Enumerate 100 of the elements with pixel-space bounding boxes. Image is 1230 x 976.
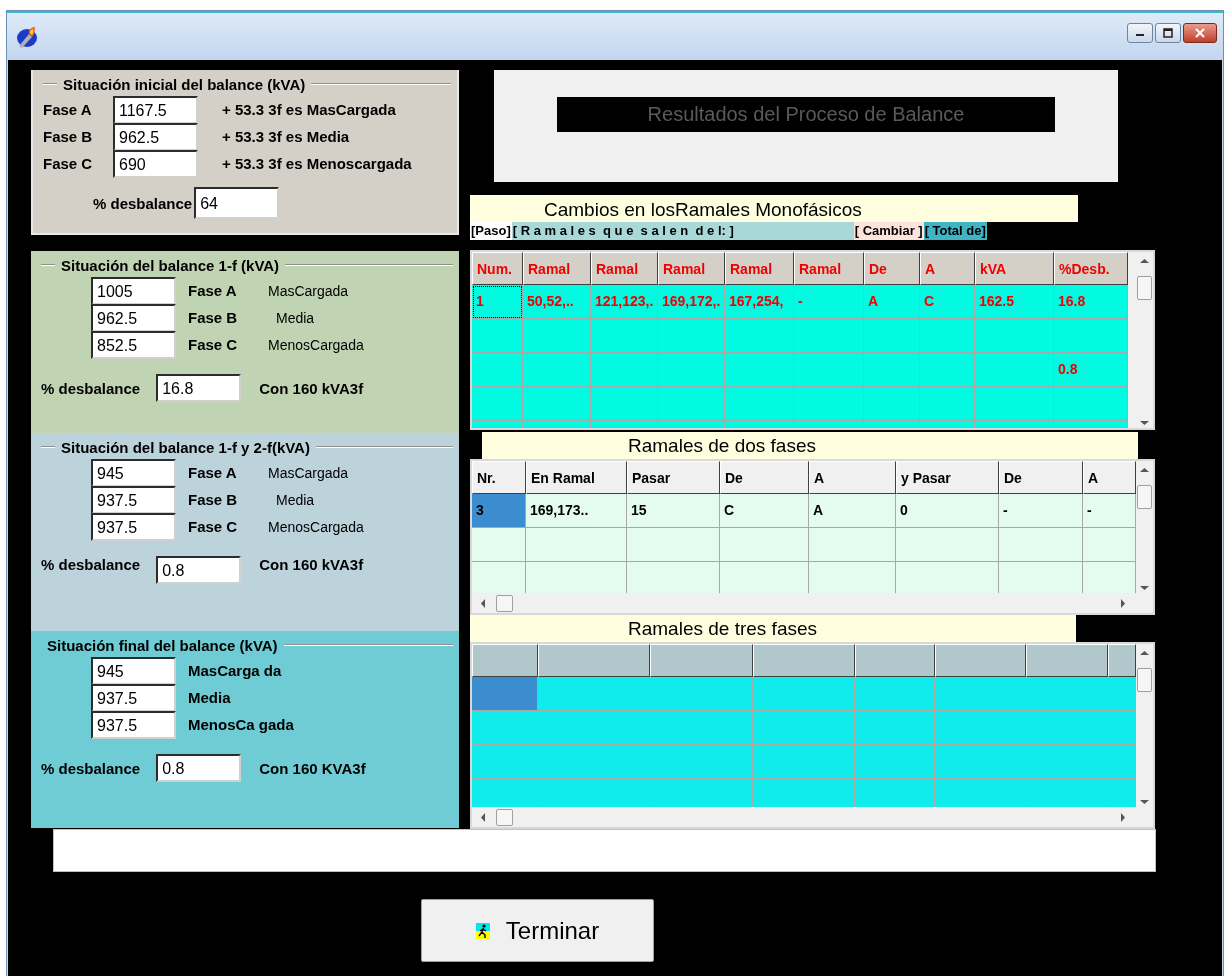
table-cell[interactable]: [725, 387, 794, 421]
table-cell[interactable]: [999, 528, 1083, 562]
scroll-thumb[interactable]: [1137, 276, 1152, 300]
table-cell[interactable]: [538, 745, 650, 779]
table-cell[interactable]: [935, 745, 1026, 779]
table-cell[interactable]: [523, 319, 591, 353]
column-header[interactable]: [1026, 644, 1108, 677]
table-cell[interactable]: 15: [627, 494, 720, 528]
column-header[interactable]: De: [720, 461, 809, 494]
table-cell[interactable]: [855, 711, 935, 745]
table-cell[interactable]: [591, 319, 658, 353]
table-cell[interactable]: [753, 711, 855, 745]
column-header[interactable]: Pasar: [627, 461, 720, 494]
table-cell[interactable]: [809, 528, 896, 562]
table-cell[interactable]: [523, 387, 591, 421]
scroll-thumb[interactable]: [496, 594, 513, 612]
input-field[interactable]: 945: [91, 656, 176, 685]
table-cell[interactable]: [855, 745, 935, 779]
table-cell[interactable]: [472, 353, 523, 387]
table-cell[interactable]: [1026, 711, 1108, 745]
table-cell[interactable]: [658, 387, 725, 421]
column-header[interactable]: [753, 644, 855, 677]
close-button[interactable]: [1183, 23, 1217, 43]
column-header[interactable]: De: [999, 461, 1083, 494]
table-cell[interactable]: [753, 677, 855, 711]
table-cell[interactable]: [975, 319, 1054, 353]
table-cell[interactable]: [538, 677, 650, 711]
column-header[interactable]: [935, 644, 1026, 677]
table-cell[interactable]: [650, 677, 753, 711]
column-header[interactable]: A: [809, 461, 896, 494]
table-cell[interactable]: [591, 353, 658, 387]
table-cell[interactable]: [725, 353, 794, 387]
table-cell[interactable]: [753, 745, 855, 779]
input-field[interactable]: 937.5: [91, 683, 176, 712]
input-field[interactable]: 962.5: [91, 303, 176, 332]
table-cell[interactable]: [975, 387, 1054, 421]
table-cell[interactable]: [855, 677, 935, 711]
table-cell[interactable]: [1026, 677, 1108, 711]
input-field[interactable]: 852.5: [91, 330, 176, 359]
table-cell[interactable]: [920, 387, 975, 421]
table-cell[interactable]: [1054, 387, 1128, 421]
column-header[interactable]: A: [1083, 461, 1136, 494]
table-cell[interactable]: [864, 319, 920, 353]
table-cell[interactable]: [658, 319, 725, 353]
table-cell[interactable]: [526, 528, 627, 562]
table-cell[interactable]: [472, 319, 523, 353]
table-cell[interactable]: [864, 353, 920, 387]
table-cell[interactable]: [794, 353, 864, 387]
column-header[interactable]: [1108, 644, 1136, 677]
table-cell[interactable]: [472, 677, 538, 711]
input-field[interactable]: 962.5: [113, 122, 198, 151]
table-cell[interactable]: 169,173..: [526, 494, 627, 528]
input-field[interactable]: 16.8: [156, 374, 242, 402]
input-field[interactable]: 1005: [91, 276, 176, 305]
table-cell[interactable]: [920, 319, 975, 353]
column-header[interactable]: [472, 644, 538, 677]
column-header[interactable]: Nr.: [472, 461, 526, 494]
finish-button[interactable]: Terminar: [421, 899, 654, 962]
table-cell[interactable]: [538, 711, 650, 745]
table-cell[interactable]: C: [720, 494, 809, 528]
table-cell[interactable]: A: [809, 494, 896, 528]
scroll-thumb[interactable]: [1137, 485, 1152, 509]
table-cell[interactable]: [896, 528, 999, 562]
table-cell[interactable]: [725, 319, 794, 353]
maximize-icon[interactable]: [1163, 28, 1173, 38]
table-cell[interactable]: [650, 745, 753, 779]
column-header[interactable]: [538, 644, 650, 677]
table-cell[interactable]: [794, 387, 864, 421]
table-cell[interactable]: [1026, 745, 1108, 779]
input-field[interactable]: 0.8: [156, 754, 242, 782]
table-cell[interactable]: [658, 353, 725, 387]
table-cell[interactable]: [591, 387, 658, 421]
table-cell[interactable]: [472, 711, 538, 745]
column-header[interactable]: [650, 644, 753, 677]
table-cell[interactable]: [794, 319, 864, 353]
column-header[interactable]: [855, 644, 935, 677]
input-field[interactable]: 1167.5: [113, 95, 198, 124]
input-field[interactable]: 690: [113, 149, 198, 178]
close-icon[interactable]: [1195, 28, 1205, 38]
table-cell[interactable]: [472, 387, 523, 421]
column-header[interactable]: En Ramal: [526, 461, 627, 494]
input-field[interactable]: 937.5: [91, 512, 176, 541]
table-cell[interactable]: 3: [472, 494, 526, 528]
column-header[interactable]: y Pasar: [896, 461, 999, 494]
table-cell[interactable]: [1054, 319, 1128, 353]
table-cell[interactable]: [864, 387, 920, 421]
table-cell[interactable]: [975, 353, 1054, 387]
table-cell[interactable]: [650, 711, 753, 745]
table-cell[interactable]: [472, 745, 538, 779]
table-cell[interactable]: [935, 677, 1026, 711]
input-field[interactable]: 945: [91, 458, 176, 487]
minimize-button[interactable]: [1127, 23, 1153, 43]
table-cell[interactable]: [627, 528, 720, 562]
walking-figure-icon[interactable]: [475, 922, 490, 939]
table-cell[interactable]: [935, 711, 1026, 745]
table-cell[interactable]: [720, 528, 809, 562]
input-field[interactable]: 937.5: [91, 485, 176, 514]
input-field[interactable]: 0.8: [156, 556, 242, 584]
scroll-thumb[interactable]: [496, 808, 513, 826]
input-field[interactable]: 937.5: [91, 710, 176, 739]
